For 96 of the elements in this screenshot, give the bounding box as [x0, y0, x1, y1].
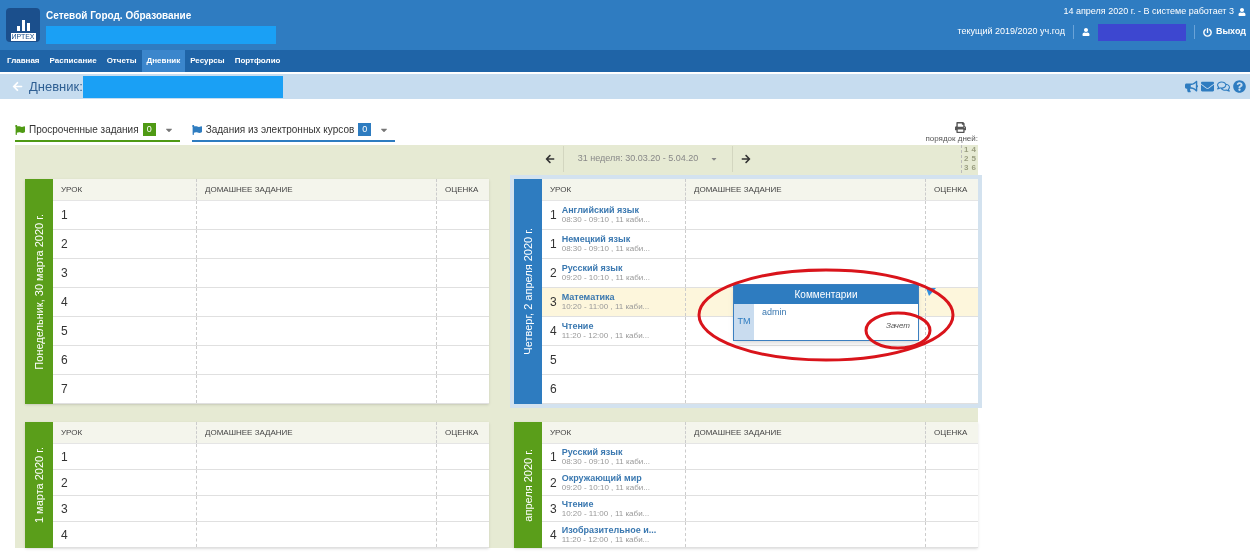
- lesson-time: 09:20 - 10:10 , 11 каби...: [561, 482, 650, 492]
- lesson-number: 2: [61, 236, 68, 253]
- subject-link[interactable]: Окружающий мир: [561, 473, 650, 483]
- lesson-time: 10:20 - 11:00 , 11 каби...: [561, 302, 650, 311]
- column-header: УРОК: [53, 179, 197, 200]
- user-icon: [1238, 7, 1246, 16]
- column-header: УРОК: [542, 179, 686, 200]
- lesson-number: 1: [61, 448, 68, 466]
- nav-tab[interactable]: Главная: [2, 50, 45, 72]
- lesson-time: 11:20 - 12:00 , 11 каби...: [561, 331, 650, 340]
- lesson-number: 4: [550, 526, 557, 544]
- lesson-number: 6: [550, 381, 557, 398]
- column-header: ОЦЕНКА: [444, 183, 480, 196]
- lesson-number: 3: [61, 500, 68, 518]
- day-order-number: 1: [964, 146, 969, 155]
- subject-link[interactable]: Немецкий язык: [561, 235, 650, 244]
- subject-link[interactable]: Изобразительное и...: [561, 525, 657, 535]
- count-badge: 0: [358, 122, 372, 137]
- column-header: УРОК: [542, 422, 686, 443]
- day-order-number: 5: [971, 155, 976, 164]
- lesson-time: 08:30 - 09:10 , 11 каби...: [561, 456, 650, 466]
- lesson-time: 11:20 - 12:00 , 11 каби...: [561, 534, 651, 544]
- filter-label: Задания из электронных курсов: [205, 123, 355, 137]
- subject-link[interactable]: Чтение: [561, 499, 650, 509]
- comment-popup-title: Комментарии: [734, 285, 918, 304]
- subject-link[interactable]: Английский язык: [561, 206, 650, 215]
- lesson-time: 10:20 - 11:00 , 11 каби...: [561, 508, 650, 518]
- filter-dropdown[interactable]: Задания из электронных курсов 0: [191, 122, 396, 142]
- lesson-time: 09:20 - 10:10 , 11 каби...: [561, 273, 650, 282]
- nav-tab[interactable]: Отчеты: [101, 50, 142, 72]
- day-order-number: 2: [964, 155, 969, 164]
- nav-tab[interactable]: Портфолио: [229, 50, 286, 72]
- mail-icon[interactable]: [1201, 80, 1214, 93]
- lesson-number: 1: [550, 236, 557, 253]
- status-text: 14 апреля 2020 г. - В системе работает 3: [1063, 5, 1234, 18]
- subject-link[interactable]: Чтение: [561, 322, 650, 331]
- page-title: Дневник:: [29, 77, 83, 96]
- app-title: Сетевой Город. Образование: [46, 9, 193, 23]
- column-header: ДОМАШНЕЕ ЗАДАНИЕ: [197, 422, 437, 443]
- filter-dropdown[interactable]: Просроченные задания 0: [15, 122, 180, 142]
- nav-tab[interactable]: Ресурсы: [185, 50, 230, 72]
- column-header: ДОМАШНЕЕ ЗАДАНИЕ: [197, 179, 437, 200]
- column-header: ОЦЕНКА: [933, 426, 969, 439]
- comment-author: admin: [762, 306, 788, 319]
- lesson-time: 08:30 - 09:10 , 11 каби...: [561, 244, 650, 253]
- column-header: ОЦЕНКА: [444, 426, 480, 439]
- lesson-number: 1: [550, 207, 557, 224]
- lesson-number: 5: [550, 352, 557, 369]
- logout-button[interactable]: Выход: [1202, 25, 1246, 39]
- day-label: Понедельник, 30 марта 2020 г.: [31, 213, 46, 370]
- subject-link[interactable]: Русский язык: [561, 447, 650, 457]
- user-icon: [1081, 28, 1090, 36]
- column-header: УРОК: [53, 422, 197, 443]
- day-label: 1 марта 2020 г.: [31, 446, 46, 524]
- day-order-number: 4: [971, 146, 976, 155]
- subject-link[interactable]: Русский язык: [561, 264, 650, 273]
- megaphone-icon[interactable]: [1185, 80, 1198, 93]
- lesson-number: 1: [550, 448, 557, 466]
- next-week-icon[interactable]: [741, 154, 752, 164]
- lesson-number: 2: [550, 474, 557, 492]
- lesson-number: 6: [61, 352, 68, 369]
- lesson-time: 08:30 - 09:10 , 11 каби...: [561, 215, 650, 224]
- comment-initials: ТМ: [734, 304, 754, 340]
- lesson-number: 5: [61, 323, 68, 340]
- caret-icon: [710, 155, 719, 163]
- help-icon[interactable]: [1233, 80, 1246, 93]
- print-icon[interactable]: [955, 122, 966, 133]
- nav-tab[interactable]: Расписание: [44, 50, 102, 72]
- count-badge: 0: [142, 122, 156, 137]
- lesson-number: 4: [550, 323, 557, 340]
- lesson-number: 4: [61, 294, 68, 311]
- chat-icon[interactable]: [1217, 80, 1230, 93]
- day-order-label: порядок дней:: [925, 133, 978, 145]
- lesson-number: 3: [550, 294, 557, 311]
- week-select[interactable]: 31 неделя: 30.03.20 - 5.04.20: [563, 152, 733, 166]
- day-label: апреля 2020 г.: [520, 448, 535, 522]
- lesson-number: 7: [61, 381, 68, 398]
- nav-tab[interactable]: Дневник: [141, 50, 186, 72]
- comment-text: Зачет: [886, 319, 910, 332]
- lesson-number: 3: [61, 265, 68, 282]
- filter-label: Просроченные задания: [29, 123, 139, 137]
- school-year: текущий 2019/2020 уч.год: [957, 25, 1065, 39]
- lesson-number: 1: [61, 207, 68, 224]
- previous-week-icon[interactable]: [544, 154, 555, 164]
- day-order-number: 3: [964, 164, 969, 173]
- column-header: ДОМАШНЕЕ ЗАДАНИЕ: [686, 422, 926, 443]
- subject-link[interactable]: Математика: [561, 293, 650, 302]
- column-header: ОЦЕНКА: [933, 183, 969, 196]
- lesson-number: 3: [550, 500, 557, 518]
- lesson-number: 2: [550, 265, 557, 282]
- power-icon: [1202, 27, 1212, 37]
- day-order-number: 6: [971, 164, 976, 173]
- lesson-number: 2: [61, 474, 68, 492]
- day-label: Четверг, 2 апреля 2020 г.: [520, 228, 535, 355]
- column-header: ДОМАШНЕЕ ЗАДАНИЕ: [686, 179, 926, 200]
- lesson-number: 4: [61, 526, 68, 544]
